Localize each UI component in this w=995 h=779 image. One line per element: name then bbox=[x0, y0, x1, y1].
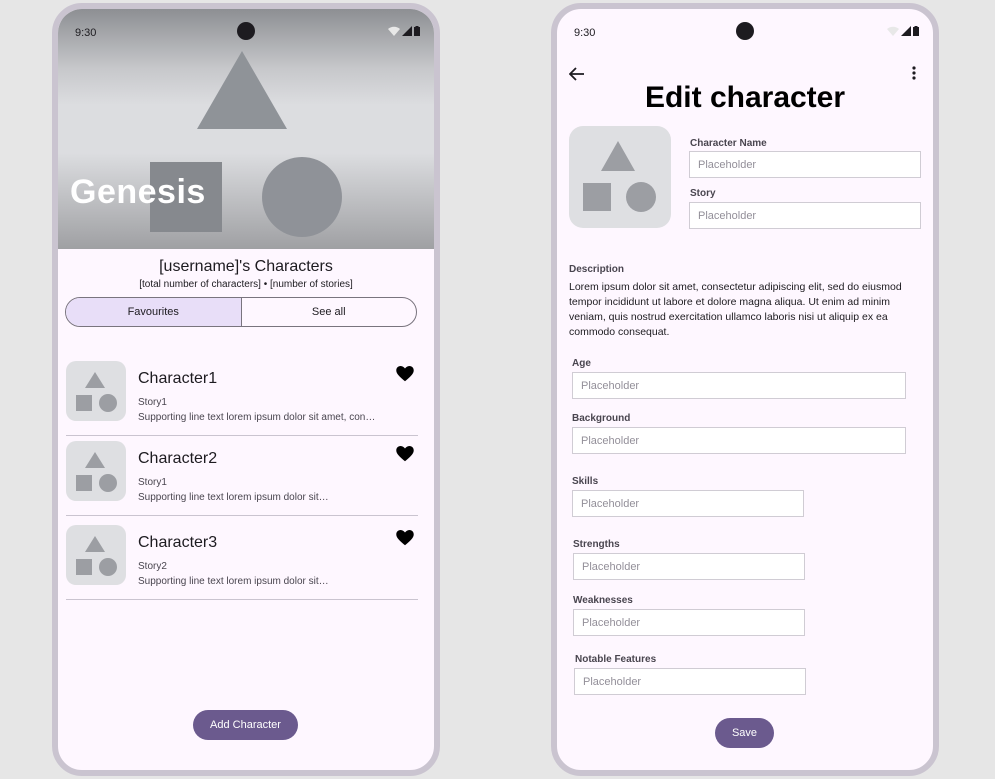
character-name-label: Character Name bbox=[690, 138, 767, 149]
status-bar: 9:30 bbox=[58, 9, 434, 53]
character-name-input[interactable] bbox=[689, 151, 921, 178]
image-placeholder-icon bbox=[583, 141, 656, 212]
character-name: Character1 bbox=[138, 370, 218, 387]
wifi-icon bbox=[887, 26, 899, 36]
hero-circle bbox=[262, 157, 342, 237]
wifi-icon bbox=[388, 26, 400, 36]
heart-icon[interactable] bbox=[396, 366, 414, 382]
status-icons bbox=[887, 26, 919, 36]
more-vert-icon[interactable] bbox=[912, 66, 916, 80]
character-supporting-text: Supporting line text lorem ipsum dolor s… bbox=[138, 492, 329, 503]
background-input[interactable] bbox=[572, 427, 906, 454]
phone-edit-screen: 9:30 Edit character Character Name Story… bbox=[551, 3, 939, 776]
character-name: Character2 bbox=[138, 450, 218, 467]
weaknesses-label: Weaknesses bbox=[573, 595, 633, 606]
age-input[interactable] bbox=[572, 372, 906, 399]
heart-icon[interactable] bbox=[396, 446, 414, 462]
signal-icon bbox=[901, 26, 911, 36]
strengths-label: Strengths bbox=[573, 539, 620, 550]
heart-icon[interactable] bbox=[396, 530, 414, 546]
list-item[interactable]: Character3 Story2 Supporting line text l… bbox=[66, 516, 418, 600]
list-item[interactable]: Character1 Story1 Supporting line text l… bbox=[66, 356, 418, 436]
notable-features-label: Notable Features bbox=[575, 654, 657, 665]
story-label: Story bbox=[690, 188, 716, 199]
add-character-button[interactable]: Add Character bbox=[193, 710, 298, 740]
age-label: Age bbox=[572, 358, 591, 369]
user-characters-title: [username]'s Characters bbox=[159, 258, 333, 275]
strengths-input[interactable] bbox=[573, 553, 805, 580]
phone-home-screen: 9:30 Genesis [username]'s Characters [to… bbox=[52, 3, 440, 776]
skills-input[interactable] bbox=[572, 490, 804, 517]
character-thumbnail bbox=[66, 441, 126, 501]
status-bar: 9:30 bbox=[557, 9, 933, 53]
hero-title: Genesis bbox=[70, 173, 206, 211]
battery-icon bbox=[414, 26, 420, 36]
status-time: 9:30 bbox=[574, 27, 596, 39]
segment-favourites[interactable]: Favourites bbox=[66, 298, 242, 326]
character-name: Character3 bbox=[138, 534, 218, 551]
list-item[interactable]: Character2 Story1 Supporting line text l… bbox=[66, 436, 418, 516]
camera-cutout bbox=[736, 22, 754, 40]
user-characters-subtitle: [total number of characters] • [number o… bbox=[139, 279, 353, 290]
segment-see-all[interactable]: See all bbox=[242, 298, 417, 326]
page-title: Edit character bbox=[644, 81, 846, 114]
character-story: Story1 bbox=[138, 397, 167, 408]
image-placeholder-icon bbox=[76, 452, 117, 492]
story-input[interactable] bbox=[689, 202, 921, 229]
character-image[interactable] bbox=[569, 126, 671, 228]
character-thumbnail bbox=[66, 525, 126, 585]
signal-icon bbox=[402, 26, 412, 36]
character-thumbnail bbox=[66, 361, 126, 421]
segmented-filter: Favourites See all bbox=[65, 297, 417, 327]
description-text[interactable]: Lorem ipsum dolor sit amet, consectetur … bbox=[569, 280, 925, 340]
notable-features-input[interactable] bbox=[574, 668, 806, 695]
character-supporting-text: Supporting line text lorem ipsum dolor s… bbox=[138, 576, 329, 587]
image-placeholder-icon bbox=[76, 372, 117, 412]
camera-cutout bbox=[237, 22, 255, 40]
skills-label: Skills bbox=[572, 476, 599, 487]
back-arrow-icon[interactable] bbox=[569, 67, 585, 81]
character-list: Character1 Story1 Supporting line text l… bbox=[66, 356, 418, 600]
status-time: 9:30 bbox=[75, 27, 97, 39]
hero-triangle bbox=[197, 51, 287, 129]
character-story: Story1 bbox=[138, 477, 167, 488]
character-story: Story2 bbox=[138, 561, 167, 572]
status-icons bbox=[388, 26, 420, 36]
battery-icon bbox=[913, 26, 919, 36]
weaknesses-input[interactable] bbox=[573, 609, 805, 636]
description-label: Description bbox=[569, 264, 625, 275]
background-label: Background bbox=[572, 413, 631, 424]
save-button[interactable]: Save bbox=[715, 718, 774, 748]
character-supporting-text: Supporting line text lorem ipsum dolor s… bbox=[138, 412, 378, 423]
image-placeholder-icon bbox=[76, 536, 117, 576]
